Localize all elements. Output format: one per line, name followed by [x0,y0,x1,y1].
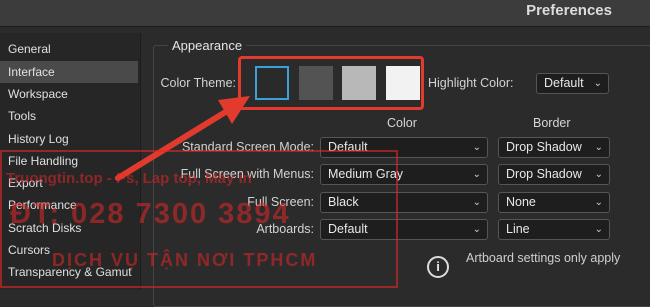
watermark-line-3: DỊCH VỤ TẬN NƠI TPHCM [52,250,318,270]
watermark-line-2: ĐT: 028 7300 3894 [10,198,291,230]
chevron-down-icon: ⌄ [594,142,603,153]
border-column-header: Border [533,116,571,130]
chevron-down-icon: ⌄ [594,197,603,208]
full-screen-menus-border-dropdown[interactable]: Drop Shadow ⌄ [498,164,610,185]
chevron-down-icon: ⌄ [472,224,481,235]
highlight-color-value: Default [544,76,584,90]
artboards-border-value: Line [506,222,530,236]
info-icon: i [427,256,449,278]
chevron-down-icon: ⌄ [593,78,602,89]
chevron-down-icon: ⌄ [594,169,603,180]
standard-screen-border-dropdown[interactable]: Drop Shadow ⌄ [498,137,610,158]
highlight-color-dropdown[interactable]: Default ⌄ [536,73,609,94]
chevron-down-icon: ⌄ [594,224,603,235]
artboard-info-text: Artboard settings only apply [466,251,621,265]
full-screen-menus-border-value: Drop Shadow [506,167,582,181]
highlight-color-label: Highlight Color: [428,76,514,90]
chevron-down-icon: ⌄ [472,197,481,208]
standard-screen-border-value: Drop Shadow [506,140,582,154]
watermark-line-1: Truongtin.top - Ps, Lap top, Máy in [6,170,252,187]
full-screen-border-value: None [506,195,536,209]
full-screen-border-dropdown[interactable]: None ⌄ [498,192,610,213]
artboards-border-dropdown[interactable]: Line ⌄ [498,219,610,240]
chevron-down-icon: ⌄ [472,142,481,153]
color-column-header: Color [387,116,417,130]
chevron-down-icon: ⌄ [472,169,481,180]
